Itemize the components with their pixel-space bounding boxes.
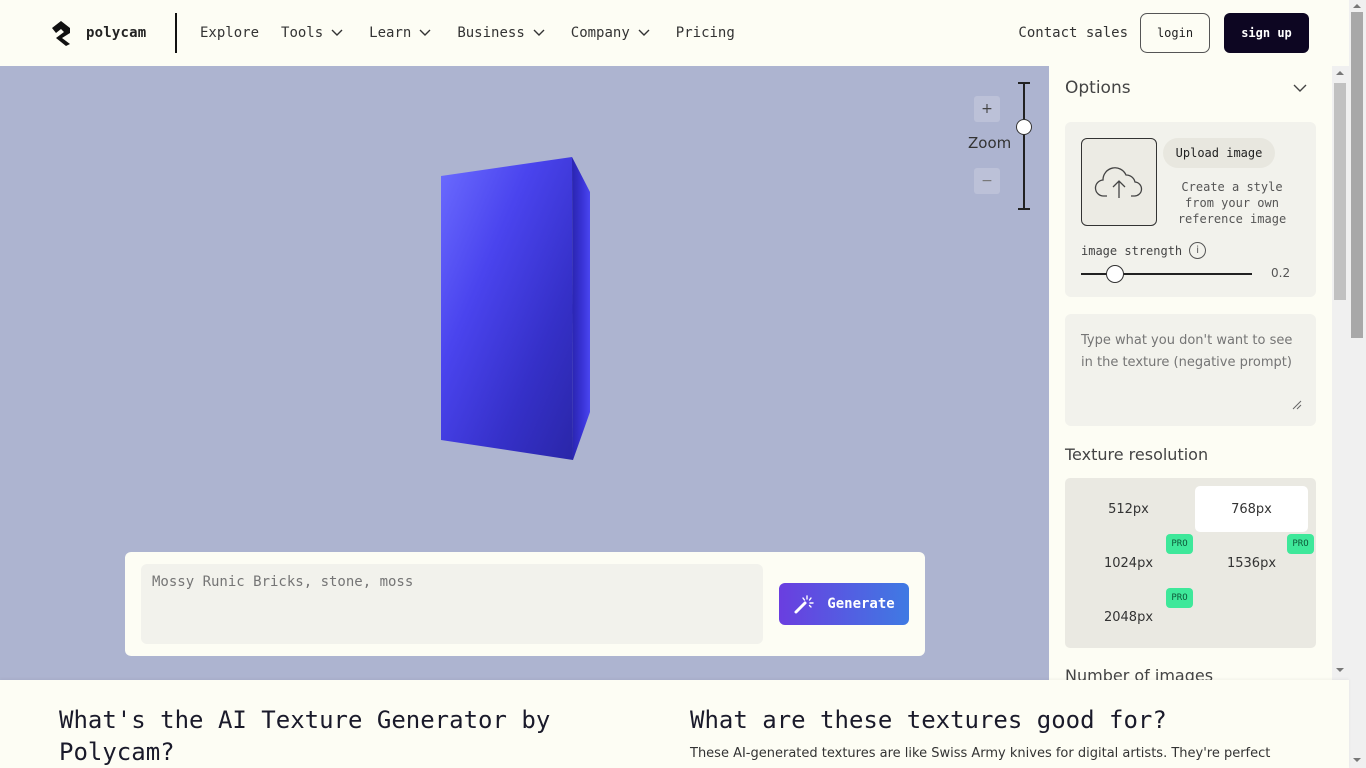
polycam-logo[interactable]: polycam: [50, 20, 146, 46]
nav-business[interactable]: Business: [457, 25, 545, 41]
resolution-option-768[interactable]: 768px: [1195, 486, 1308, 532]
info-section: What's the AI Texture Generator by Polyc…: [0, 680, 1349, 768]
nav-explore-label: Explore: [200, 25, 260, 41]
chevron-down-icon: [419, 29, 431, 36]
pro-badge: PRO: [1166, 588, 1193, 608]
zoom-label: Zoom: [968, 134, 1012, 152]
zoom-in-button[interactable]: +: [974, 96, 1000, 122]
top-navbar: polycam Explore Tools Learn Business Com…: [0, 0, 1349, 66]
cube-side-face: [572, 157, 590, 460]
scroll-down-arrow-icon[interactable]: [1353, 758, 1361, 762]
zoom-control: + Zoom −: [966, 80, 1046, 220]
uses-heading: What are these textures good for?: [690, 706, 1167, 734]
nav-company[interactable]: Company: [571, 25, 650, 41]
image-strength-slider-thumb[interactable]: [1106, 265, 1125, 283]
polycam-logo-icon: [52, 21, 70, 46]
prompt-card: Generate: [125, 552, 925, 656]
resolution-label: 512px: [1108, 501, 1149, 517]
resolution-label: 1024px: [1103, 555, 1154, 571]
info-icon[interactable]: i: [1189, 242, 1207, 259]
generate-label: Generate: [827, 596, 895, 612]
image-strength-value: 0.2: [1271, 266, 1291, 280]
nav-explore[interactable]: Explore: [200, 25, 259, 41]
header-actions: Contact sales login sign up: [1018, 13, 1309, 53]
texture-preview-viewport[interactable]: + Zoom − Generate: [0, 66, 1049, 680]
nav-tools[interactable]: Tools: [281, 25, 343, 41]
pro-badge: PRO: [1166, 534, 1193, 554]
options-panel-scroll-thumb[interactable]: [1334, 83, 1346, 300]
page-scrollbar[interactable]: [1349, 0, 1366, 768]
chevron-down-icon: [331, 29, 343, 36]
resolution-option-512[interactable]: 512px: [1072, 486, 1185, 532]
upload-description: Create a style from your own reference i…: [1177, 180, 1287, 226]
zoom-out-button[interactable]: −: [974, 168, 1000, 194]
resolution-label: 2048px: [1103, 609, 1154, 625]
header-divider: [175, 13, 177, 53]
options-panel: Options Upload image Create a style from…: [1049, 66, 1332, 680]
zoom-slider-track[interactable]: [1023, 83, 1025, 209]
pro-badge: PRO: [1287, 534, 1314, 554]
scroll-down-arrow-icon[interactable]: [1336, 668, 1344, 672]
main-nav: Explore Tools Learn Business Company Pri…: [200, 0, 757, 66]
texture-resolution-options: 512px 768px 1024px PRO 1536px PRO 2048px…: [1065, 478, 1316, 648]
cube-front-face: [441, 157, 573, 460]
upload-image-button[interactable]: Upload image: [1163, 138, 1275, 168]
zoom-slider-thumb[interactable]: [1016, 119, 1032, 136]
negative-prompt-input[interactable]: [1065, 314, 1316, 426]
nav-learn[interactable]: Learn: [369, 25, 431, 41]
options-title: Options: [1065, 78, 1131, 98]
chevron-down-icon: [638, 29, 650, 36]
generate-button[interactable]: Generate: [779, 583, 909, 625]
nav-learn-label: Learn: [369, 25, 412, 41]
scroll-up-arrow-icon[interactable]: [1353, 4, 1361, 8]
zoom-track-cap-bottom: [1018, 208, 1030, 210]
logo-text: polycam: [86, 25, 147, 41]
nav-company-label: Company: [570, 25, 630, 41]
number-of-images-title: Number of images: [1065, 666, 1214, 680]
upload-dropzone[interactable]: [1081, 138, 1157, 226]
contact-sales-link[interactable]: Contact sales: [1018, 25, 1128, 41]
nav-tools-label: Tools: [281, 25, 324, 41]
about-heading: What's the AI Texture Generator by Polyc…: [59, 706, 551, 766]
image-strength-text: image strength: [1081, 243, 1183, 258]
magic-wand-icon: [794, 595, 814, 614]
negative-prompt-card: [1065, 314, 1316, 426]
sign-up-button[interactable]: sign up: [1224, 13, 1309, 53]
cloud-upload-icon: [1094, 167, 1143, 198]
chevron-down-icon: [533, 29, 545, 36]
page-scroll-thumb[interactable]: [1351, 12, 1363, 338]
login-button[interactable]: login: [1140, 13, 1210, 53]
scroll-up-arrow-icon[interactable]: [1336, 71, 1344, 75]
style-reference-card: Upload image Create a style from your ow…: [1065, 122, 1316, 297]
texture-resolution-title: Texture resolution: [1065, 445, 1209, 464]
nav-pricing[interactable]: Pricing: [676, 25, 735, 41]
nav-business-label: Business: [457, 25, 525, 41]
nav-pricing-label: Pricing: [675, 25, 735, 41]
chevron-down-icon[interactable]: [1293, 84, 1307, 93]
resolution-label: 1536px: [1226, 555, 1277, 571]
image-strength-label: image strength i: [1081, 242, 1207, 259]
resize-handle-icon[interactable]: [1292, 400, 1302, 410]
resolution-label: 768px: [1231, 501, 1272, 517]
uses-paragraph: These AI-generated textures are like Swi…: [690, 746, 1271, 761]
prompt-input[interactable]: [141, 564, 763, 644]
options-panel-scrollbar[interactable]: [1332, 66, 1349, 680]
